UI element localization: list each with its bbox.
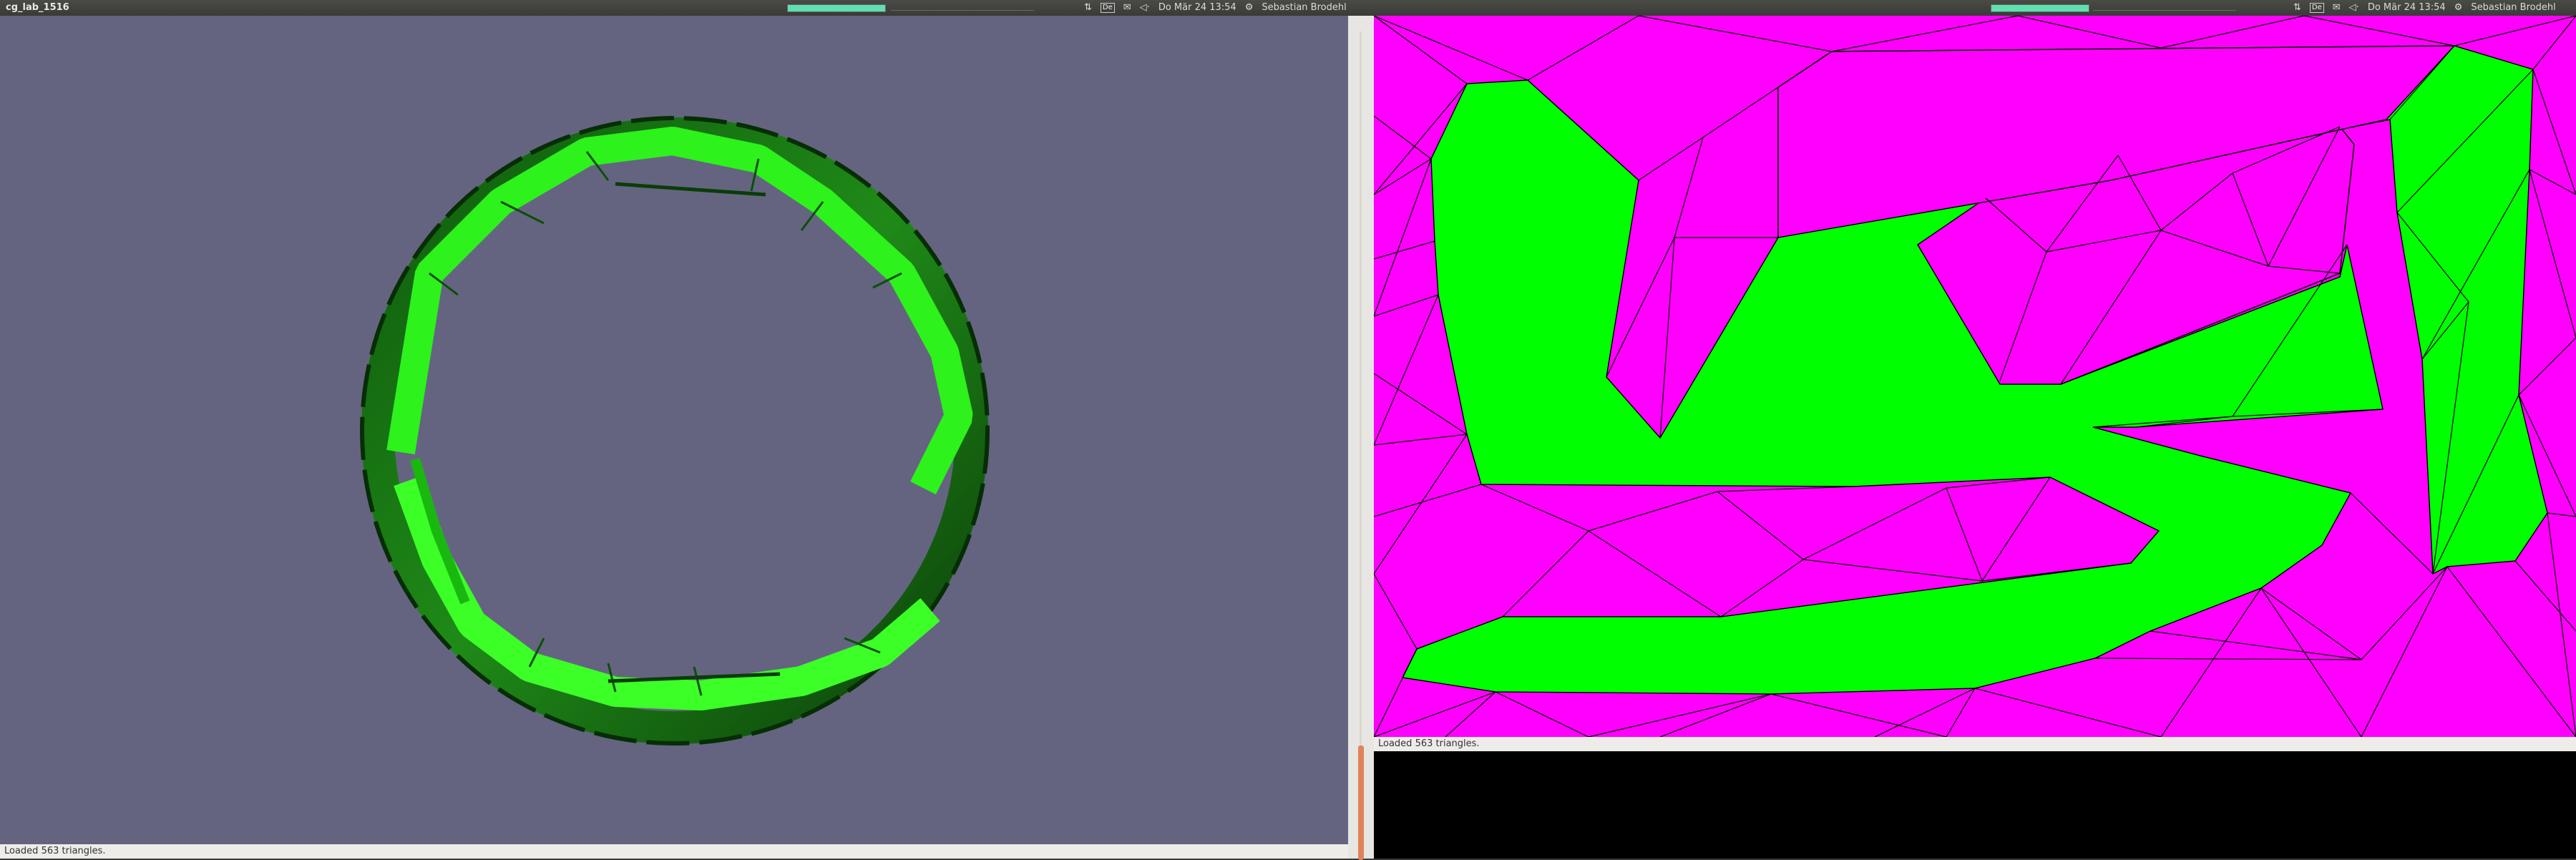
network-meter [2093,6,2236,11]
maze-triangulation [1373,15,2576,738]
clock[interactable]: Do Mär 24 13:54 [2368,0,2446,16]
status-bar-left: Loaded 563 triangles. [0,844,1348,859]
volume-icon[interactable]: ◁· [2349,0,2359,16]
gear-icon[interactable]: ⚙ [1245,0,1254,16]
triangulation-viewport[interactable] [1373,15,2576,738]
ring-facet-lines [429,151,902,696]
keyboard-layout-indicator[interactable]: De [1100,3,1115,13]
cpu-meter [787,4,886,12]
top-panel-left: cg_lab_1516 ⇅ De ✉ ◁· Do Mär 24 13:54 ⚙ … [0,0,1374,16]
network-meter [891,6,1034,11]
keyboard-layout-indicator[interactable]: De [2309,3,2324,13]
cpu-meter [1991,4,2089,12]
user-name[interactable]: Sebastian Brodehl [2471,0,2555,16]
network-icon[interactable]: ⇅ [2293,0,2301,16]
mail-icon[interactable]: ✉ [1123,0,1131,16]
scroll-handle[interactable] [1358,746,1364,860]
gear-icon[interactable]: ⚙ [2454,0,2463,16]
user-name[interactable]: Sebastian Brodehl [1262,0,1346,16]
volume-icon[interactable]: ◁· [1140,0,1150,16]
console-output [1374,751,2576,859]
3d-viewport[interactable] [0,16,1348,844]
divider-line [1360,31,1362,746]
clock[interactable]: Do Mär 24 13:54 [1158,0,1236,16]
window-title: cg_lab_1516 [6,2,69,13]
top-panel-right: ⇅ De ✉ ◁· Do Mär 24 13:54 ⚙ Sebastian Br… [1374,0,2576,16]
mail-icon[interactable]: ✉ [2333,0,2341,16]
ring-gap-edge [608,182,781,683]
network-icon[interactable]: ⇅ [1084,0,1092,16]
window-divider [1348,16,1374,860]
ring-mesh-render [360,116,990,746]
indicator-area-right: ⇅ De ✉ ◁· Do Mär 24 13:54 ⚙ Sebastian Br… [2293,0,2556,16]
status-bar-right: Loaded 563 triangles. [1374,737,2576,751]
indicator-area-left: ⇅ De ✉ ◁· Do Mär 24 13:54 ⚙ Sebastian Br… [1084,0,1347,16]
